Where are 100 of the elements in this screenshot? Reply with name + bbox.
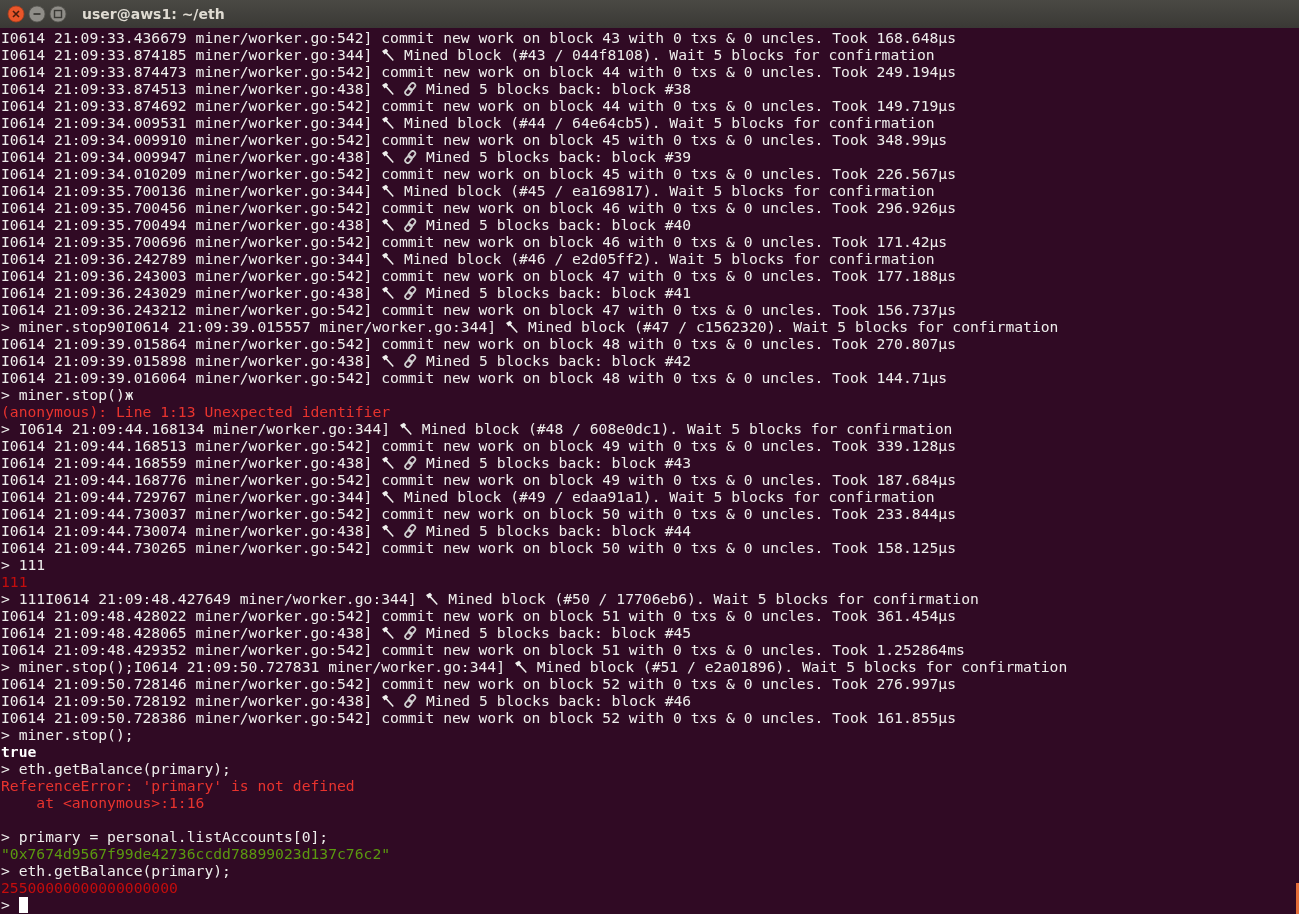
log-line: I0614 21:09:33.874185 miner/worker.go:344] — [1, 46, 373, 63]
chain-link-icon — [404, 625, 418, 640]
log-line: I0614 21:09:39.016064 miner/worker.go:542] commit new work on block 48 with 0 txs & 0 uncles. Took 144.71µs — [1, 369, 948, 386]
chain-link-icon — [404, 285, 418, 300]
hammer-icon — [381, 217, 396, 232]
log-message: Mined block (#48 / 608e0dc1). Wait 5 blocks for confirmation — [421, 420, 953, 437]
log-line: > primary = personal.listAccounts[0]; — [1, 828, 329, 845]
log-message: Mined block (#46 / e2d05ff2). Wait 5 blocks for confirmation — [404, 250, 935, 267]
log-message: Mined block (#50 / 17706eb6). Wait 5 blocks for confirmation — [448, 590, 979, 607]
minimize-icon[interactable] — [28, 5, 46, 23]
log-line: I0614 21:09:36.243029 miner/worker.go:438] — [1, 284, 373, 301]
scrollbar-thumb[interactable] — [1296, 883, 1299, 914]
text-cursor — [18, 896, 28, 913]
hammer-icon — [381, 251, 396, 266]
log-line: > I0614 21:09:44.168134 miner/worker.go:344] — [1, 420, 391, 437]
log-line: I0614 21:09:35.700456 miner/worker.go:542] commit new work on block 46 with 0 txs & 0 uncles. Took 296.926µs — [1, 199, 956, 216]
log-message: Mined 5 blocks back: block #43 — [425, 454, 692, 471]
log-line: > 111I0614 21:09:48.427649 miner/worker.go:344] — [1, 590, 417, 607]
log-line: I0614 21:09:36.243003 miner/worker.go:542] commit new work on block 47 with 0 txs & 0 uncles. Took 177.188µs — [1, 267, 956, 284]
log-line: I0614 21:09:34.009947 miner/worker.go:438] — [1, 148, 373, 165]
chain-link-icon — [404, 693, 418, 708]
maximize-icon[interactable] — [49, 5, 67, 23]
hammer-icon — [381, 183, 396, 198]
log-message: Mined block (#44 / 64e64cb5). Wait 5 blocks for confirmation — [404, 114, 935, 131]
log-message: Mined 5 blocks back: block #46 — [425, 692, 692, 709]
chain-link-icon — [404, 455, 418, 470]
error-line: at <anonymous>:1:16 — [35, 794, 205, 811]
chain-link-icon — [404, 353, 418, 368]
log-line: I0614 21:09:48.429352 miner/worker.go:542] commit new work on block 51 with 0 txs & 0 uncles. Took 1.252864ms — [1, 641, 965, 658]
log-message: Mined block (#45 / ea169817). Wait 5 blocks for confirmation — [404, 182, 935, 199]
log-line: I0614 21:09:35.700696 miner/worker.go:542] commit new work on block 46 with 0 txs & 0 uncles. Took 171.42µs — [1, 233, 948, 250]
log-line: I0614 21:09:44.730265 miner/worker.go:542] commit new work on block 50 with 0 txs & 0 uncles. Took 158.125µs — [1, 539, 956, 556]
window-title: user@aws1: ~/eth — [82, 6, 225, 22]
log-message: Mined 5 blocks back: block #44 — [425, 522, 692, 539]
hammer-icon — [381, 489, 396, 504]
log-line: I0614 21:09:50.728386 miner/worker.go:542] commit new work on block 52 with 0 txs & 0 uncles. Took 161.855µs — [1, 709, 956, 726]
hammer-icon — [381, 523, 396, 538]
log-message: Mined 5 blocks back: block #38 — [425, 80, 692, 97]
hammer-icon — [381, 693, 396, 708]
log-message: Mined block (#47 / c1562320). Wait 5 blocks for confirmation — [527, 318, 1059, 335]
log-line: I0614 21:09:44.729767 miner/worker.go:344] — [1, 488, 373, 505]
prompt-text: > — [1, 896, 10, 913]
log-line: I0614 21:09:48.428065 miner/worker.go:438] — [1, 624, 373, 641]
log-line: I0614 21:09:36.243212 miner/worker.go:542] commit new work on block 47 with 0 txs & 0 uncles. Took 156.737µs — [1, 301, 956, 318]
result-value: 25500000000000000000 — [1, 879, 178, 896]
log-line: I0614 21:09:44.730037 miner/worker.go:542] commit new work on block 50 with 0 txs & 0 uncles. Took 233.844µs — [1, 505, 956, 522]
log-message: Mined 5 blocks back: block #42 — [425, 352, 692, 369]
log-line: I0614 21:09:39.015864 miner/worker.go:542] commit new work on block 48 with 0 txs & 0 uncles. Took 270.807µs — [1, 335, 956, 352]
hammer-icon — [398, 421, 413, 436]
close-icon[interactable] — [7, 5, 25, 23]
log-line: I0614 21:09:35.700136 miner/worker.go:344] — [1, 182, 373, 199]
log-line: I0614 21:09:44.168513 miner/worker.go:542] commit new work on block 49 with 0 txs & 0 uncles. Took 339.128µs — [1, 437, 956, 454]
hammer-icon — [381, 81, 396, 96]
hammer-icon — [505, 319, 520, 334]
log-message: Mined block (#51 / e2a01896). Wait 5 blocks for confirmation — [536, 658, 1068, 675]
log-message: Mined 5 blocks back: block #39 — [425, 148, 692, 165]
log-message: Mined 5 blocks back: block #41 — [425, 284, 692, 301]
chain-link-icon — [404, 149, 418, 164]
log-line: I0614 21:09:50.728192 miner/worker.go:438] — [1, 692, 373, 709]
log-line: I0614 21:09:33.874473 miner/worker.go:542] commit new work on block 44 with 0 txs & 0 uncles. Took 249.194µs — [1, 63, 956, 80]
log-line: I0614 21:09:44.730074 miner/worker.go:438] — [1, 522, 373, 539]
error-line: ReferenceError: 'primary' is not defined — [1, 777, 355, 794]
log-line: > eth.getBalance(primary); — [1, 760, 231, 777]
log-line: I0614 21:09:50.728146 miner/worker.go:542] commit new work on block 52 with 0 txs & 0 uncles. Took 276.997µs — [1, 675, 956, 692]
hammer-icon — [381, 353, 396, 368]
log-line: I0614 21:09:33.874692 miner/worker.go:542] commit new work on block 44 with 0 txs & 0 uncles. Took 149.719µs — [1, 97, 956, 114]
hammer-icon — [425, 591, 440, 606]
log-message: Mined block (#43 / 044f8108). Wait 5 blocks for confirmation — [404, 46, 935, 63]
log-line: I0614 21:09:33.436679 miner/worker.go:542] commit new work on block 43 with 0 txs & 0 uncles. Took 168.648µs — [1, 29, 956, 46]
result-value: true — [1, 743, 37, 760]
log-line: I0614 21:09:34.009531 miner/worker.go:344] — [1, 114, 373, 131]
log-line: > miner.stop();I0614 21:09:50.727831 miner/worker.go:344] — [1, 658, 506, 675]
hammer-icon — [381, 149, 396, 164]
hammer-icon — [381, 625, 396, 640]
log-message: Mined 5 blocks back: block #45 — [425, 624, 692, 641]
log-line: I0614 21:09:34.009910 miner/worker.go:542] commit new work on block 45 with 0 txs & 0 uncles. Took 348.99µs — [1, 131, 948, 148]
log-line: > eth.getBalance(primary); — [1, 862, 231, 879]
hammer-icon — [381, 285, 396, 300]
log-line: > miner.stop(); — [1, 726, 134, 743]
hammer-icon — [513, 659, 528, 674]
hammer-icon — [381, 115, 396, 130]
log-line: I0614 21:09:35.700494 miner/worker.go:438] — [1, 216, 373, 233]
result-value: 111 — [1, 573, 28, 590]
log-line: I0614 21:09:48.428022 miner/worker.go:542] commit new work on block 51 with 0 txs & 0 uncles. Took 361.454µs — [1, 607, 956, 624]
log-line: I0614 21:09:44.168776 miner/worker.go:542] commit new work on block 49 with 0 txs & 0 uncles. Took 187.684µs — [1, 471, 956, 488]
log-line: > 111 — [1, 556, 46, 573]
log-line: I0614 21:09:33.874513 miner/worker.go:438] — [1, 80, 373, 97]
hammer-icon — [381, 455, 396, 470]
log-message: Mined block (#49 / edaa91a1). Wait 5 blocks for confirmation — [404, 488, 935, 505]
log-message: Mined 5 blocks back: block #40 — [425, 216, 692, 233]
result-value: "0x7674d9567f99de42736ccdd78899023d137c76c2" — [1, 845, 391, 862]
chain-link-icon — [404, 523, 418, 538]
chain-link-icon — [404, 217, 418, 232]
log-line: I0614 21:09:36.242789 miner/worker.go:344] — [1, 250, 373, 267]
hammer-icon — [381, 47, 396, 62]
log-line: > miner.stop90I0614 21:09:39.015557 miner/worker.go:344] — [1, 318, 497, 335]
log-line: > miner.stop()ж — [1, 386, 134, 403]
log-line: I0614 21:09:34.010209 miner/worker.go:542] commit new work on block 45 with 0 txs & 0 uncles. Took 226.567µs — [1, 165, 956, 182]
log-line: I0614 21:09:39.015898 miner/worker.go:438] — [1, 352, 373, 369]
error-line: (anonymous): Line 1:13 Unexpected identifier — [1, 403, 391, 420]
